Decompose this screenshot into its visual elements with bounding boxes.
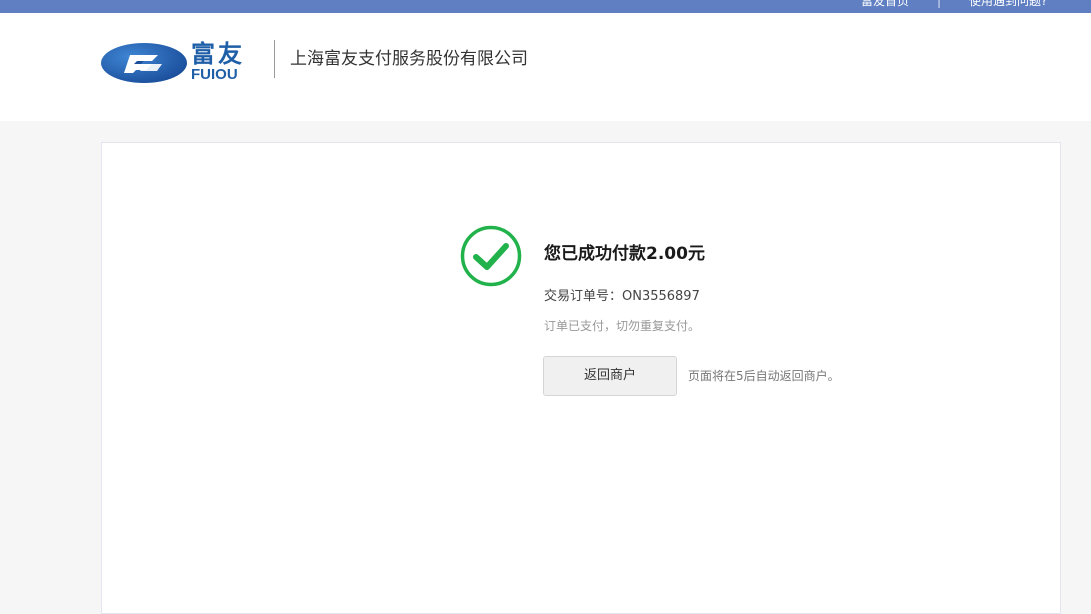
payment-success-title: 您已成功付款2.00元 [544,244,705,264]
fuiou-emblem-icon [101,43,187,83]
logo-english-text: FUIOU [191,66,238,83]
order-number: 交易订单号：ON3556897 [544,289,700,304]
top-bar-separator: | [937,0,942,8]
fuiou-logo[interactable]: 富友 FUIOU [100,40,255,84]
duplicate-payment-notice: 订单已支付，切勿重复支付。 [544,319,701,333]
payment-result-card: 您已成功付款2.00元 交易订单号：ON3556897 订单已支付，切勿重复支付… [101,142,1061,614]
top-bar: 富友首页 | 使用遇到问题? [0,0,1091,13]
return-to-merchant-button[interactable]: 返回商户 [543,356,677,396]
header-divider [274,40,275,78]
help-link[interactable]: 使用遇到问题? [969,0,1047,8]
logo-chinese-text: 富友 [191,40,245,68]
company-name: 上海富友支付服务股份有限公司 [290,49,528,69]
auto-redirect-note: 页面将在5后自动返回商户。 [688,369,840,383]
check-circle-icon [460,225,522,287]
fuiou-home-link[interactable]: 富友首页 [861,0,909,8]
site-header: 富友 FUIOU 上海富友支付服务股份有限公司 [0,13,1091,121]
